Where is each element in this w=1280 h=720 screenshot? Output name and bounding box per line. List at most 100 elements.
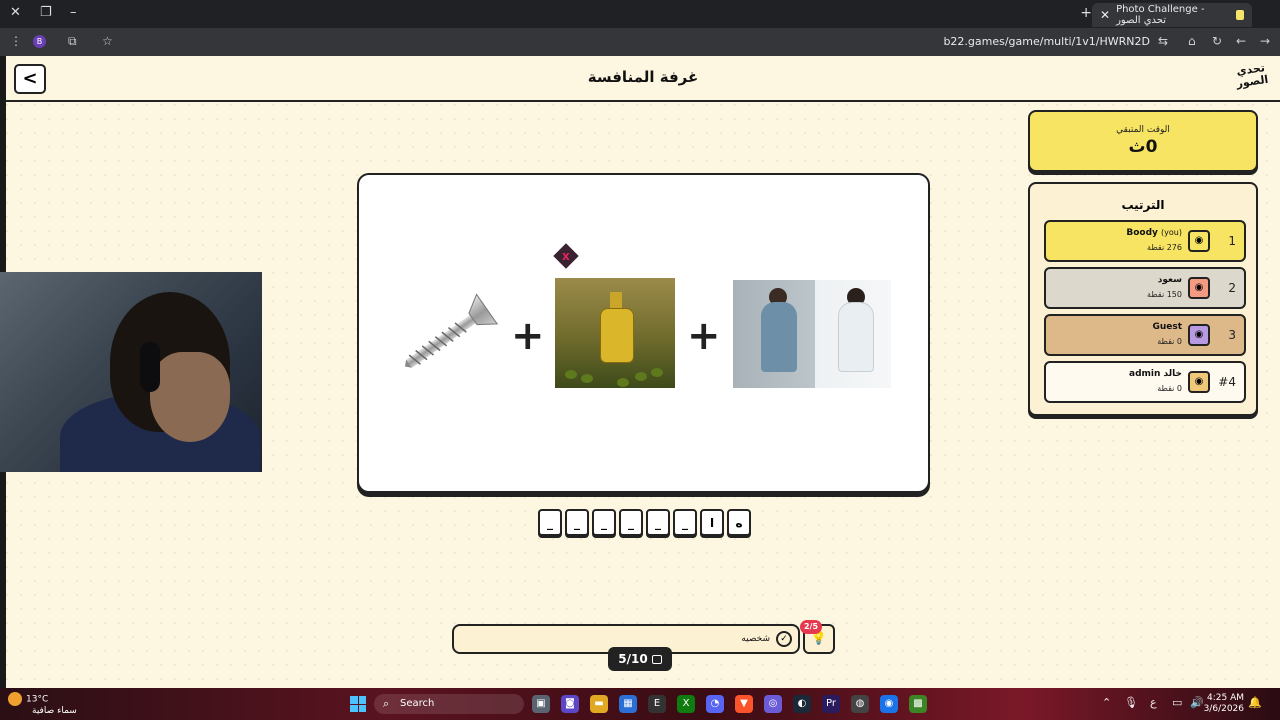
puzzle-card: + x + xyxy=(357,173,930,493)
task-view-icon[interactable]: ▣ xyxy=(532,695,550,713)
minecraft-icon[interactable]: ▩ xyxy=(909,695,927,713)
new-tab-icon[interactable]: + xyxy=(1080,5,1092,21)
letter-slot[interactable]: _ xyxy=(673,509,697,536)
taskbar-clock[interactable]: 4:25 AM 3/6/2026 xyxy=(1204,693,1244,715)
hint-check-icon: ✓ xyxy=(776,631,792,647)
xbox-icon[interactable]: X xyxy=(677,695,695,713)
notifications-icon[interactable]: 🔔 xyxy=(1248,696,1262,709)
browser-titlebar: ✕ ❐ – + Photo Challenge - تحدي الصور ✕ xyxy=(0,0,1280,28)
timer-label: الوقت المتبقي xyxy=(1116,125,1170,135)
letter-slot[interactable]: _ xyxy=(565,509,589,536)
brave-icon[interactable]: ▼ xyxy=(735,695,753,713)
tab-title: Photo Challenge - تحدي الصور xyxy=(1116,4,1205,26)
letter-slot[interactable]: _ xyxy=(619,509,643,536)
player-name: Guest xyxy=(1152,322,1182,332)
hint-text: شخصيه xyxy=(741,634,770,644)
file-explorer-icon[interactable]: ▬ xyxy=(590,695,608,713)
hints-remaining-badge: 2/5 xyxy=(800,620,822,634)
player-points: 0 نقطة xyxy=(1157,337,1182,346)
extensions-icon[interactable]: ⧉ xyxy=(68,34,77,49)
teams-icon[interactable]: ◙ xyxy=(561,695,579,713)
store-icon[interactable]: ▦ xyxy=(619,695,637,713)
ranking-row: 1 ◉ Boody (you) 276 نقطة xyxy=(1044,220,1246,262)
reload-icon[interactable]: ↻ xyxy=(1212,34,1222,48)
plus-icon: + xyxy=(511,313,545,359)
remaining-time-card: الوقت المتبقي 0ث xyxy=(1028,110,1258,172)
site-settings-icon[interactable]: ⇆ xyxy=(1158,34,1168,48)
temperature: 13°C xyxy=(26,694,49,705)
windows-taskbar: 13°C سماء صافية ⌕ Search ▣ ◙ ▬ ▦ E X ◔ ▼… xyxy=(0,688,1280,720)
rank-number: 3 xyxy=(1228,328,1236,342)
player-avatar-icon: ◉ xyxy=(1188,324,1210,346)
home-icon[interactable]: ⌂ xyxy=(1188,34,1196,48)
player-points: 276 نقطة xyxy=(1147,243,1182,252)
weather-icon xyxy=(8,692,22,706)
letter-slot[interactable]: _ xyxy=(538,509,562,536)
ranking-row: #4 ◉ خالد admin 0 نقطة xyxy=(1044,361,1246,403)
bookmark-star-icon[interactable]: ☆ xyxy=(102,34,113,48)
weather-widget[interactable]: 13°C سماء صافية xyxy=(8,692,77,717)
player-avatar-icon: ◉ xyxy=(1188,371,1210,393)
question-progress: 5/10 xyxy=(608,647,672,671)
profile-avatar[interactable]: B xyxy=(33,35,46,48)
search-icon: ⌕ xyxy=(383,697,390,710)
player-avatar-icon: ◉ xyxy=(1188,230,1210,252)
tab-favicon-icon xyxy=(1235,10,1244,20)
ranking-panel: الترتيب 1 ◉ Boody (you) 276 نقطة 2 ◉ سعو… xyxy=(1028,182,1258,416)
chrome-icon[interactable]: ◉ xyxy=(880,695,898,713)
plus-icon: + xyxy=(687,313,721,359)
letter-slot[interactable]: ه xyxy=(727,509,751,536)
obs-icon[interactable]: ◍ xyxy=(851,695,869,713)
olive-oil-image xyxy=(555,278,675,388)
answer-letter-slots: _ _ _ _ _ _ ا ه xyxy=(538,509,751,537)
close-window-icon[interactable]: ✕ xyxy=(10,5,21,20)
weather-condition: سماء صافية xyxy=(32,706,77,716)
minimize-window-icon[interactable]: – xyxy=(70,5,77,20)
rank-number: #4 xyxy=(1218,375,1236,389)
player-name: Boody (you) xyxy=(1126,228,1182,238)
letter-slot[interactable]: _ xyxy=(646,509,670,536)
app-icon[interactable]: ◎ xyxy=(764,695,782,713)
player-name: خالد admin xyxy=(1129,369,1182,379)
ranking-title: الترتيب xyxy=(1121,198,1165,212)
player-avatar-icon: ◉ xyxy=(1188,277,1210,299)
volume-icon[interactable]: 🔊 xyxy=(1190,696,1204,709)
player-points: 150 نقطة xyxy=(1147,290,1182,299)
letter-slot[interactable]: _ xyxy=(592,509,616,536)
game-header: < غرفة المنافسة تحدي الصور xyxy=(6,56,1280,102)
screw-image xyxy=(404,293,499,368)
microphone-icon[interactable]: 🎙 xyxy=(1124,696,1138,709)
ranking-row: 2 ◉ سعود 150 نقطة xyxy=(1044,267,1246,309)
player-name: سعود xyxy=(1157,275,1182,285)
close-tab-icon[interactable]: ✕ xyxy=(1100,8,1110,22)
restore-window-icon[interactable]: ❐ xyxy=(40,5,52,20)
ranking-row: 3 ◉ Guest 0 نقطة xyxy=(1044,314,1246,356)
webcam-overlay xyxy=(0,272,262,472)
forward-nav-icon[interactable]: → xyxy=(1260,34,1270,48)
menu-icon[interactable]: ⋮ xyxy=(10,34,22,48)
back-nav-icon[interactable]: ← xyxy=(1236,34,1246,48)
steam-icon[interactable]: ◐ xyxy=(793,695,811,713)
tray-overflow-icon[interactable]: ⌃ xyxy=(1102,696,1111,709)
browser-address-bar: ⋮ B ⧉ ☆ b22.games/game/multi/1v1/HWRN2D … xyxy=(0,28,1280,56)
clock-time: 4:25 AM xyxy=(1207,693,1244,703)
windows-start-icon[interactable] xyxy=(350,696,366,712)
taskbar-search[interactable]: ⌕ Search xyxy=(374,694,524,714)
input-language[interactable]: ع xyxy=(1150,696,1157,709)
search-label: Search xyxy=(400,698,435,709)
clock-date: 3/6/2026 xyxy=(1203,704,1244,714)
epic-games-icon[interactable]: E xyxy=(648,695,666,713)
letter-slot[interactable]: ا xyxy=(700,509,724,536)
player-points: 0 نقطة xyxy=(1157,384,1182,393)
image-icon xyxy=(651,655,662,664)
discord-icon[interactable]: ◔ xyxy=(706,695,724,713)
high-five-image xyxy=(733,280,891,388)
game-logo[interactable]: تحدي الصور xyxy=(1230,61,1274,96)
url-field[interactable]: b22.games/game/multi/1v1/HWRN2D xyxy=(943,35,1150,48)
premiere-icon[interactable]: Pr xyxy=(822,695,840,713)
wrong-answer-icon: x xyxy=(553,243,579,269)
browser-tab[interactable]: Photo Challenge - تحدي الصور ✕ xyxy=(1092,3,1252,27)
network-icon[interactable]: ▭ xyxy=(1172,696,1182,709)
rank-number: 1 xyxy=(1228,234,1236,248)
rank-number: 2 xyxy=(1228,281,1236,295)
